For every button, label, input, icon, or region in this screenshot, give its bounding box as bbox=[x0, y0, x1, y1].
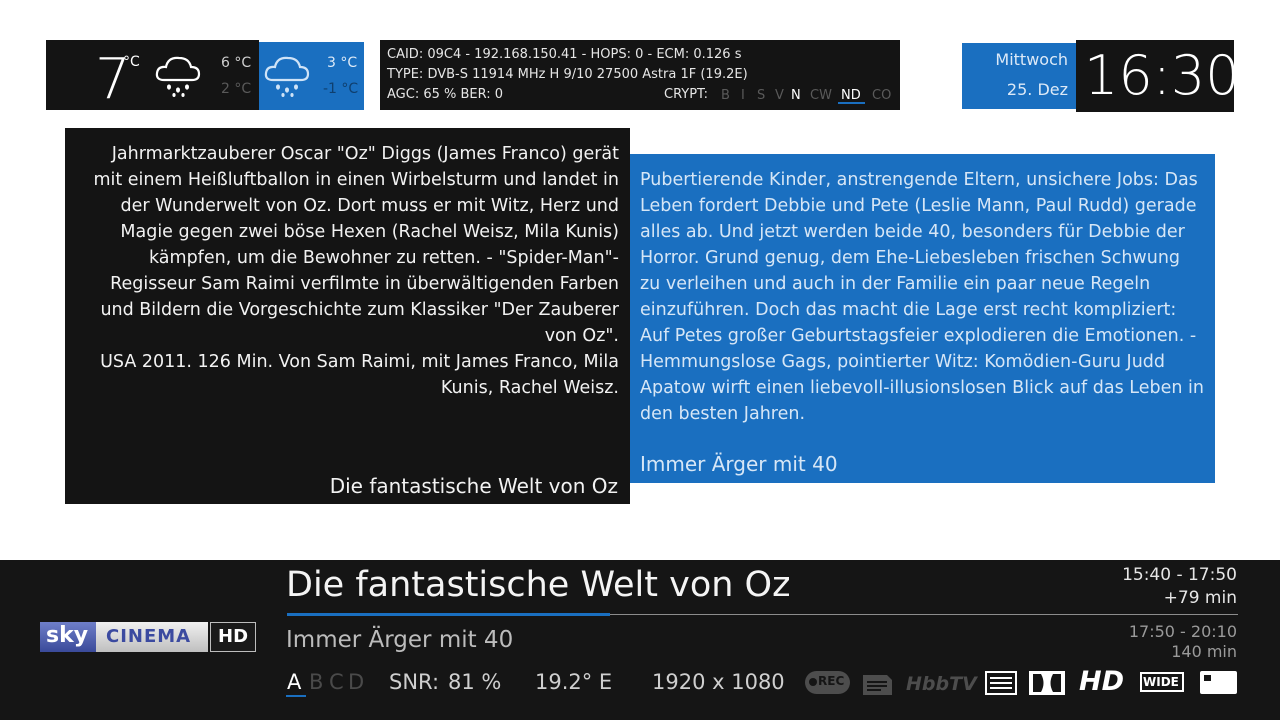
crypt-flag-co: CO bbox=[872, 88, 892, 103]
epg-now-description: Jahrmarktzauberer Oscar "Oz" Diggs (Jame… bbox=[93, 144, 619, 346]
crypt-flag-n: N bbox=[791, 88, 801, 103]
crypt-active-underline bbox=[838, 102, 865, 104]
crypt-flag-b: B bbox=[721, 88, 730, 103]
temperature-unit: °C bbox=[123, 54, 140, 70]
dolby-icon bbox=[1029, 671, 1065, 695]
hd-icon: HD bbox=[1079, 666, 1125, 697]
channel-logo: sky CINEMA HD bbox=[40, 622, 256, 652]
next-title: Immer Ärger mit 40 bbox=[286, 627, 514, 653]
today-low-temp: 2 °C bbox=[221, 81, 252, 97]
tuner-info-panel: CAID: 09C4 - 192.168.150.41 - HOPS: 0 - … bbox=[380, 40, 900, 110]
crypt-flag-cw: CW bbox=[810, 88, 832, 103]
snr-value: 81 % bbox=[448, 670, 502, 694]
epg-now-panel: Jahrmarktzauberer Oscar "Oz" Diggs (Jame… bbox=[65, 128, 630, 504]
rain-cloud-icon bbox=[264, 56, 310, 97]
crypt-flag-nd: ND bbox=[841, 88, 861, 103]
epg-next-title: Immer Ärger mit 40 bbox=[640, 452, 838, 476]
video-resolution: 1920 x 1080 bbox=[652, 670, 785, 694]
audio-track-c: C bbox=[329, 670, 344, 694]
epg-now-credits: USA 2011. 126 Min. Von Sam Raimi, mit Ja… bbox=[100, 352, 619, 398]
next-duration: 140 min bbox=[1171, 642, 1237, 661]
widescreen-icon: WIDE bbox=[1140, 672, 1184, 692]
tomorrow-high-temp: 3 °C bbox=[327, 55, 358, 71]
orbital-position: 19.2° E bbox=[535, 670, 613, 694]
crypt-flag-i: I bbox=[741, 88, 745, 103]
today-high-temp: 6 °C bbox=[221, 55, 252, 71]
now-time-range: 15:40 - 17:50 bbox=[1122, 565, 1237, 585]
audio-track-d: D bbox=[348, 670, 365, 694]
transponder-info-line: TYPE: DVB-S 11914 MHz H 9/10 27500 Astra… bbox=[387, 67, 748, 82]
rec-icon: REC bbox=[805, 671, 850, 694]
agc-ber-line: AGC: 65 % BER: 0 bbox=[387, 87, 504, 102]
next-time-range: 17:50 - 20:10 bbox=[1128, 622, 1237, 641]
crypt-flag-v: V bbox=[775, 88, 784, 103]
now-title: Die fantastische Welt von Oz bbox=[286, 565, 791, 605]
ecm-info-line: CAID: 09C4 - 192.168.150.41 - HOPS: 0 - … bbox=[387, 47, 742, 62]
epg-now-title: Die fantastische Welt von Oz bbox=[329, 474, 618, 498]
rain-cloud-icon bbox=[155, 56, 201, 97]
hbbtv-icon: HbbTV bbox=[906, 673, 977, 695]
now-remaining: +79 min bbox=[1163, 588, 1237, 608]
audio-track-a: A bbox=[287, 670, 302, 694]
date: 25. Dez bbox=[1006, 80, 1068, 99]
clock-panel: 16:30 bbox=[1076, 40, 1240, 112]
weekday: Mittwoch bbox=[995, 50, 1068, 69]
weather-today-panel: 7 °C 6 °C 2 °C bbox=[46, 40, 259, 110]
epg-next-description: Pubertierende Kinder, anstrengende Elter… bbox=[640, 170, 1204, 424]
progress-bar bbox=[287, 613, 610, 616]
teletext-icon bbox=[985, 671, 1017, 695]
crypt-label: CRYPT: bbox=[664, 87, 708, 102]
clock-time: 16:30 bbox=[1084, 44, 1240, 107]
audio-track-b: B bbox=[309, 670, 324, 694]
infobar: sky CINEMA HD Die fantastische Welt von … bbox=[0, 560, 1280, 720]
audio-track-underline bbox=[286, 695, 306, 697]
card-icon bbox=[1200, 671, 1237, 694]
weather-tomorrow-panel: 3 °C -1 °C bbox=[259, 42, 364, 110]
epg-next-panel: Pubertierende Kinder, anstrengende Elter… bbox=[630, 154, 1215, 483]
date-panel: Mittwoch 25. Dez bbox=[962, 43, 1076, 109]
epg-doc-icon bbox=[863, 675, 892, 695]
snr-label: SNR: bbox=[389, 670, 440, 694]
crypt-flag-s: S bbox=[757, 88, 766, 103]
tomorrow-low-temp: -1 °C bbox=[323, 81, 359, 97]
